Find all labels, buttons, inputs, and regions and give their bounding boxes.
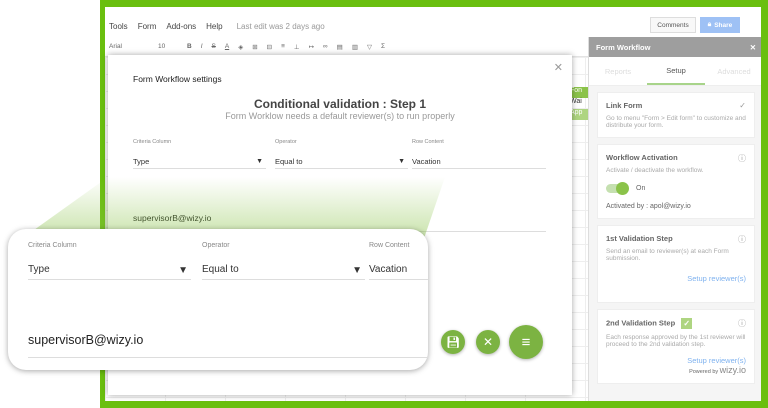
row-content-input-zoomed[interactable]: Row Content Vacation [369, 242, 428, 280]
row-content-input[interactable]: Row Content Vacation [412, 139, 546, 169]
borders-icon[interactable]: ⊞ [252, 43, 257, 51]
card-desc: Go to menu "Form > Edit form" to customi… [606, 115, 746, 129]
card-desc: Send an email to reviewer(s) at each For… [606, 248, 729, 262]
info-icon[interactable]: ⓘ [738, 318, 746, 329]
field-label: Operator [202, 242, 230, 249]
field-value: Vacation [369, 264, 408, 275]
dialog-title: Form Workflow settings [133, 74, 222, 84]
step2-checkbox[interactable]: ✓ [681, 318, 693, 329]
menu-tools[interactable]: Tools [109, 22, 128, 31]
dialog-heading: Conditional validation : Step 1 [253, 97, 426, 111]
field-value: Vacation [412, 157, 441, 166]
check-icon: ✓ [739, 101, 746, 110]
field-label: Row Content [412, 139, 444, 145]
toggle-switch[interactable] [606, 182, 629, 195]
email-underline [28, 357, 428, 358]
card-desc: Activate / deactivate the workflow. [606, 167, 704, 174]
activated-by: Activated by : apol@wizy.io [606, 203, 691, 210]
menu-button[interactable]: ≡ [509, 325, 543, 359]
toolbar: Arial 10 B I S A ◈ ⊞ ⊟ ≡ ⊥ ↦ ∞ ▤ ▥ ▽ Σ [105, 37, 588, 57]
field-value: Type [133, 157, 150, 166]
merge-icon[interactable]: ⊟ [267, 43, 272, 51]
operator-select[interactable]: Operator Equal to ▼ [275, 139, 408, 169]
tab-reports[interactable]: Reports [589, 57, 647, 85]
card-title: Workflow Activation [606, 153, 678, 162]
link-form-card: Link Form ✓ Go to menu "Form > Edit form… [597, 92, 755, 138]
sidebar-tabs: Reports Setup Advanced [589, 57, 761, 86]
field-label: Criteria Column [133, 139, 172, 145]
italic-button[interactable]: I [201, 43, 203, 50]
field-label: Criteria Column [28, 242, 77, 249]
reviewer-email[interactable]: supervisorB@wizy.io [133, 213, 211, 223]
last-edit[interactable]: Last edit was 2 days ago [237, 22, 325, 31]
font-select[interactable]: Arial [109, 43, 149, 50]
step1-card: 1st Validation Step ⓘ Send an email to r… [597, 225, 755, 303]
functions-button[interactable]: Σ [381, 43, 385, 50]
close-icon: ✕ [482, 335, 494, 349]
wizy-logo[interactable]: wizy.io [720, 365, 746, 375]
setup-reviewers-link[interactable]: Setup reviewer(s) [606, 356, 746, 365]
bold-button[interactable]: B [187, 43, 192, 50]
link-icon[interactable]: ∞ [323, 43, 328, 50]
dropdown-arrow-icon: ▼ [398, 158, 405, 165]
criteria-column-select[interactable]: Criteria Column Type ▼ [133, 139, 266, 169]
step2-card: 2nd Validation Step ✓ ⓘ Each response app… [597, 309, 755, 384]
field-label: Row Content [369, 242, 410, 249]
cancel-button[interactable]: ✕ [476, 330, 500, 354]
tab-setup[interactable]: Setup [647, 57, 705, 85]
lock-icon: 🔒︎ [707, 21, 712, 28]
operator-select-zoomed[interactable]: Operator Equal to ▼ [202, 242, 365, 280]
field-value: Equal to [275, 157, 303, 166]
menu-icon: ≡ [521, 333, 531, 351]
workflow-activation-card: Workflow Activation ⓘ Activate / deactiv… [597, 144, 755, 219]
dropdown-arrow-icon: ▼ [256, 158, 263, 165]
share-button[interactable]: 🔒︎ Share [700, 17, 740, 33]
fill-color-icon[interactable]: ◈ [238, 43, 243, 51]
text-color-button[interactable]: A [225, 43, 229, 50]
toggle-state: On [636, 185, 646, 192]
menu-form[interactable]: Form [138, 22, 157, 31]
valign-icon[interactable]: ⊥ [294, 43, 300, 51]
dropdown-arrow-icon: ▼ [178, 265, 188, 276]
sidebar-header: Form Workflow ✕ [589, 37, 761, 57]
field-value: Equal to [202, 264, 239, 275]
menubar: Tools Form Add-ons Help Last edit was 2 … [105, 15, 761, 37]
card-desc: Each response approved by the 1st review… [606, 334, 746, 348]
wrap-icon[interactable]: ↦ [309, 43, 314, 51]
close-icon[interactable]: ✕ [750, 43, 756, 52]
card-title: 2nd Validation Step [606, 318, 676, 328]
card-title: Link Form [606, 101, 643, 110]
menu-help[interactable]: Help [206, 22, 222, 31]
field-value: Type [28, 264, 50, 275]
setup-reviewers-link[interactable]: Setup reviewer(s) [606, 274, 746, 283]
chart-icon[interactable]: ▥ [352, 43, 358, 51]
tab-advanced[interactable]: Advanced [705, 57, 761, 85]
dropdown-arrow-icon: ▼ [352, 265, 362, 276]
close-icon[interactable]: ✕ [554, 61, 563, 74]
magnified-fields-callout: Criteria Column Type ▼ Operator Equal to… [8, 229, 428, 370]
card-title: 1st Validation Step [606, 234, 673, 243]
save-icon: 💾︎ [446, 336, 460, 349]
font-size-select[interactable]: 10 [158, 43, 178, 50]
comments-button[interactable]: Comments [650, 17, 696, 33]
align-icon[interactable]: ≡ [281, 43, 285, 50]
activation-toggle[interactable]: On [606, 182, 746, 195]
save-button[interactable]: 💾︎ [441, 330, 465, 354]
field-label: Operator [275, 139, 297, 145]
criteria-column-select-zoomed[interactable]: Criteria Column Type ▼ [28, 242, 191, 280]
sidebar-title: Form Workflow [596, 42, 651, 52]
strikethrough-button[interactable]: S [212, 43, 216, 50]
menu-addons[interactable]: Add-ons [166, 22, 196, 31]
info-icon[interactable]: ⓘ [738, 153, 746, 164]
form-workflow-sidebar: Form Workflow ✕ Reports Setup Advanced Li… [588, 37, 761, 401]
comment-icon[interactable]: ▤ [337, 43, 343, 51]
reviewer-email-zoomed[interactable]: supervisorB@wizy.io [28, 333, 143, 347]
dialog-subheading: Form Worklow needs a default reviewer(s)… [225, 111, 455, 121]
powered-by: Powered by [689, 369, 719, 375]
filter-icon[interactable]: ▽ [367, 43, 372, 51]
share-label: Share [714, 21, 733, 29]
info-icon[interactable]: ⓘ [738, 234, 746, 245]
